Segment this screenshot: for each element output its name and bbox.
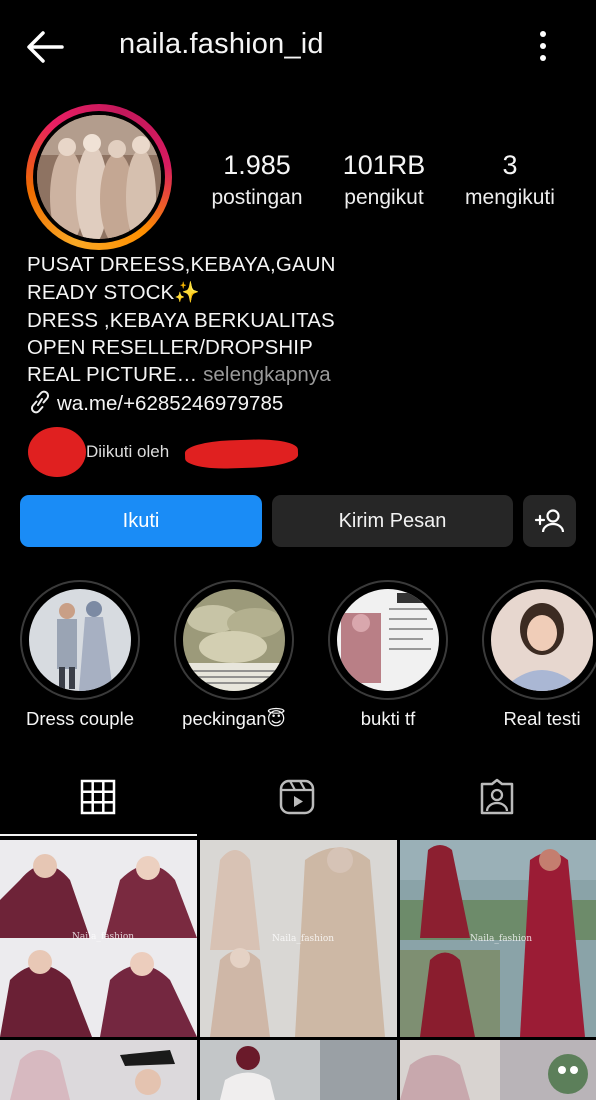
- bio-link[interactable]: wa.me/+6285246979785: [27, 390, 283, 416]
- bio-link-text[interactable]: wa.me/+6285246979785: [57, 392, 283, 415]
- back-button[interactable]: [22, 26, 68, 68]
- bio-line: REAL PICTURE…: [27, 363, 198, 386]
- highlight-label: peckingan😇: [182, 708, 286, 729]
- post-thumbnail[interactable]: [200, 1040, 397, 1100]
- highlight-thumbnail: [183, 589, 285, 691]
- bio-line-truncated: REAL PICTURE… selengkapnya: [27, 363, 331, 387]
- more-options-button[interactable]: [530, 28, 556, 64]
- watermark: Naila_fashion: [72, 932, 135, 942]
- highlight-thumbnail: [491, 589, 593, 691]
- profile-username: naila.fashion_id: [119, 28, 324, 60]
- arrow-left-icon: [27, 31, 64, 63]
- highlight-label: Dress couple: [26, 708, 134, 729]
- bio-line: DRESS ,KEBAYA BERKUALITAS: [27, 309, 335, 332]
- bio-line: OPEN RESELLER/DROPSHIP: [27, 336, 313, 359]
- bio-line: READY STOCK✨: [27, 281, 200, 304]
- tab-tagged[interactable]: [478, 778, 516, 816]
- post-thumbnail[interactable]: Naila_fashion: [200, 840, 397, 1037]
- post-thumbnail[interactable]: [0, 1040, 197, 1100]
- avatar[interactable]: [37, 115, 161, 239]
- more-vertical-icon: [540, 31, 546, 61]
- highlight-thumbnail: [337, 589, 439, 691]
- message-button[interactable]: Kirim Pesan: [272, 495, 513, 547]
- tagged-user-icon: [480, 778, 514, 815]
- post-thumbnail[interactable]: Naila_fashion: [400, 840, 596, 1037]
- grid-icon: [80, 779, 116, 815]
- bio-line: PUSAT DREESS,KEBAYA,GAUN: [27, 253, 336, 276]
- see-more-link[interactable]: selengkapnya: [203, 363, 331, 386]
- tab-reels[interactable]: [278, 778, 316, 816]
- highlight-label: Real testi: [503, 708, 581, 729]
- posts-count[interactable]: 1.985: [192, 150, 322, 181]
- add-person-icon: [534, 509, 564, 533]
- link-icon: [30, 390, 50, 414]
- active-tab-indicator: [0, 834, 197, 836]
- watermark: Naila_fashion: [272, 934, 335, 944]
- followers-label[interactable]: pengikut: [319, 186, 449, 210]
- reels-icon: [279, 779, 315, 815]
- watermark: Naila_fashion: [470, 934, 533, 944]
- tab-grid[interactable]: [79, 778, 117, 816]
- follower-avatar-redacted: [28, 427, 86, 477]
- followers-count[interactable]: 101RB: [319, 150, 449, 181]
- follow-button[interactable]: Ikuti: [20, 495, 262, 547]
- post-thumbnail[interactable]: Naila_fashion: [0, 840, 197, 1037]
- suggest-users-button[interactable]: [523, 495, 576, 547]
- following-label[interactable]: mengikuti: [445, 186, 575, 210]
- followed-by-text[interactable]: Diikuti oleh: [86, 442, 169, 462]
- highlight-label: bukti tf: [360, 708, 416, 729]
- highlight-thumbnail: [29, 589, 131, 691]
- avatar-photo: [37, 115, 161, 239]
- following-count[interactable]: 3: [445, 150, 575, 181]
- post-thumbnail[interactable]: [400, 1040, 596, 1100]
- follower-name-redacted: [184, 438, 299, 470]
- posts-label[interactable]: postingan: [192, 186, 322, 210]
